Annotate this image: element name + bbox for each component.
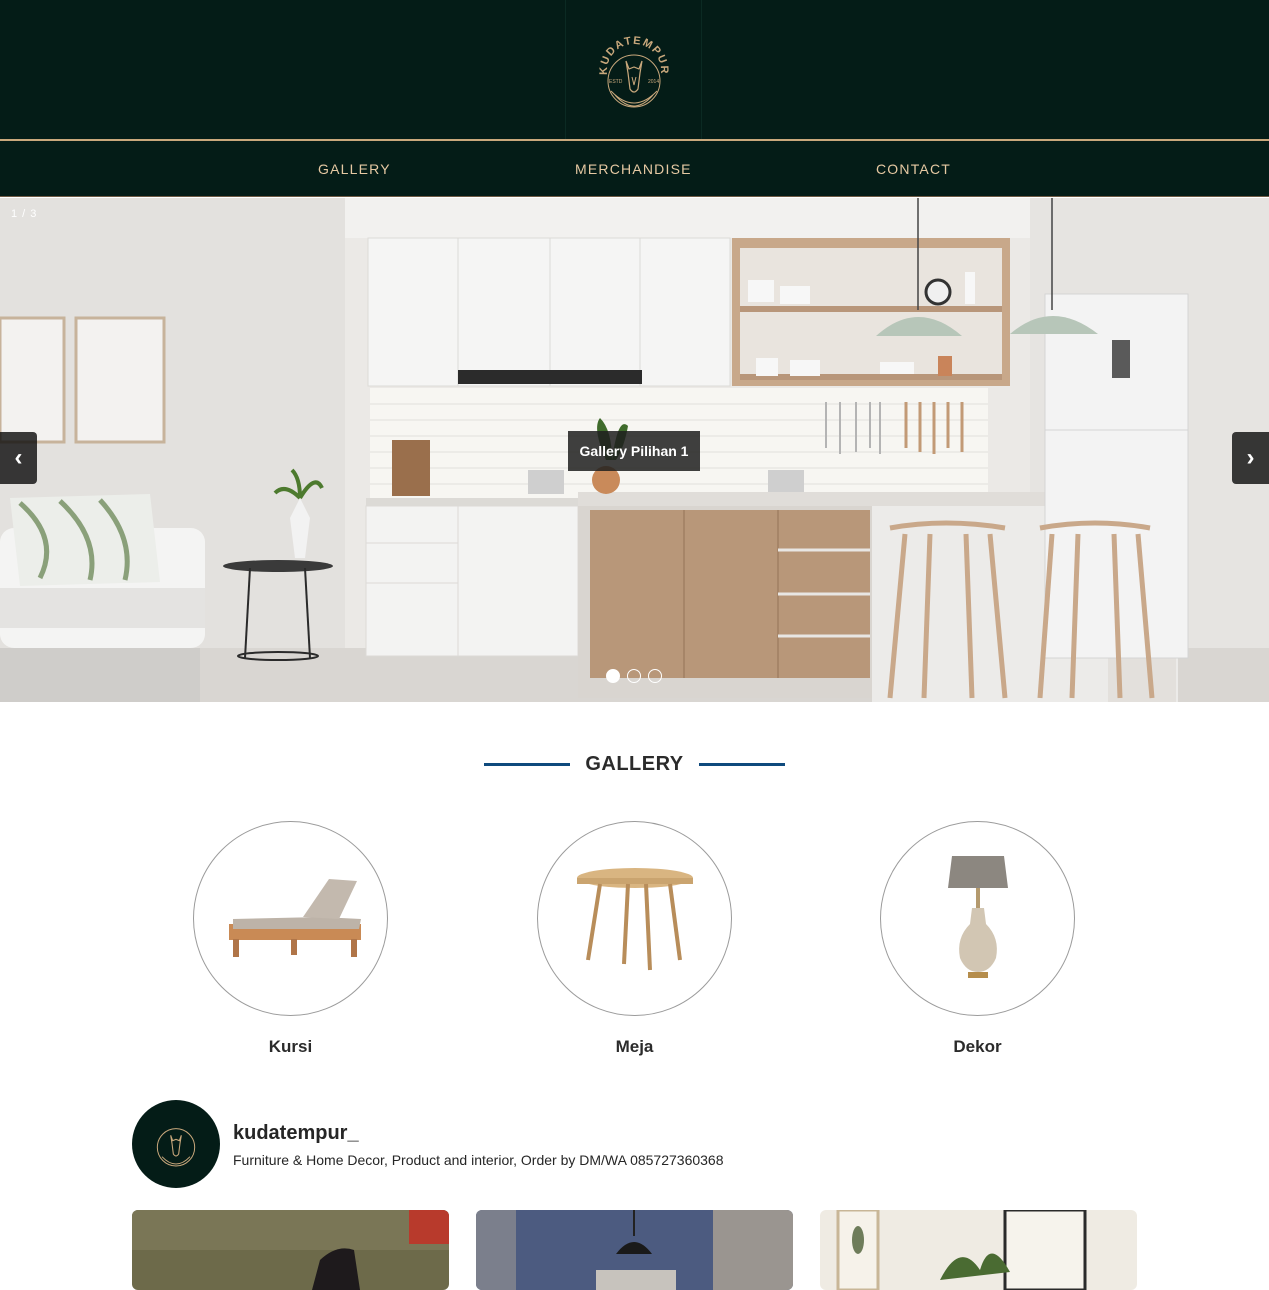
main-nav: GALLERY MERCHANDISE CONTACT <box>0 141 1269 197</box>
category-meja-label: Meja <box>615 1037 654 1056</box>
instagram-bio: Furniture & Home Decor, Product and inte… <box>233 1152 724 1168</box>
instagram-avatar[interactable] <box>132 1100 220 1188</box>
gallery-title: GALLERY <box>585 752 684 775</box>
site-header: KUDATEMPUR ESTD 2014 <box>0 0 1269 139</box>
instagram-post-image <box>476 1210 793 1290</box>
slider-dots <box>606 669 662 683</box>
slider-prev-button[interactable]: ‹ <box>0 432 37 484</box>
title-line-right <box>698 762 785 766</box>
horse-logo-icon <box>156 1128 196 1167</box>
category-dekor-label: Dekor <box>953 1037 1002 1056</box>
category-kursi[interactable]: Kursi <box>193 821 388 1057</box>
category-kursi-circle[interactable] <box>193 821 388 1016</box>
nav-item-merchandise[interactable]: MERCHANDISE <box>575 161 692 177</box>
slider-dot-3[interactable] <box>648 669 662 683</box>
gallery-heading: GALLERY <box>484 750 785 778</box>
table-lamp-image <box>947 855 1008 978</box>
horse-logo-icon: KUDATEMPUR ESTD 2014 <box>599 34 668 107</box>
logo[interactable]: KUDATEMPUR ESTD 2014 <box>565 0 702 139</box>
slide-counter: 1 / 3 <box>11 208 38 220</box>
round-table-image <box>576 867 693 970</box>
instagram-post-2[interactable] <box>476 1210 793 1290</box>
category-dekor[interactable]: Dekor <box>880 821 1075 1057</box>
category-meja-circle[interactable] <box>537 821 732 1016</box>
category-kursi-label: Kursi <box>268 1037 313 1056</box>
category-meja[interactable]: Meja <box>537 821 732 1057</box>
svg-text:ESTD: ESTD <box>609 79 623 85</box>
slide-caption: Gallery Pilihan 1 <box>568 431 700 471</box>
nav-item-contact[interactable]: CONTACT <box>876 161 951 177</box>
instagram-post-3[interactable] <box>820 1210 1137 1290</box>
instagram-post-1[interactable] <box>132 1210 449 1290</box>
lounge-chair-image <box>228 878 361 957</box>
nav-item-gallery[interactable]: GALLERY <box>318 161 391 177</box>
slider-dot-1[interactable] <box>606 669 620 683</box>
slider-dot-2[interactable] <box>627 669 641 683</box>
hero-slider: 1 / 3 Gallery Pilihan 1 ‹ › <box>0 198 1269 702</box>
instagram-username[interactable]: kudatempur_ <box>233 1122 359 1145</box>
instagram-post-image <box>132 1210 449 1290</box>
instagram-post-image <box>820 1210 1137 1290</box>
category-dekor-circle[interactable] <box>880 821 1075 1016</box>
svg-text:2014: 2014 <box>648 79 659 85</box>
title-line-left <box>484 762 570 766</box>
slider-next-button[interactable]: › <box>1232 432 1269 484</box>
